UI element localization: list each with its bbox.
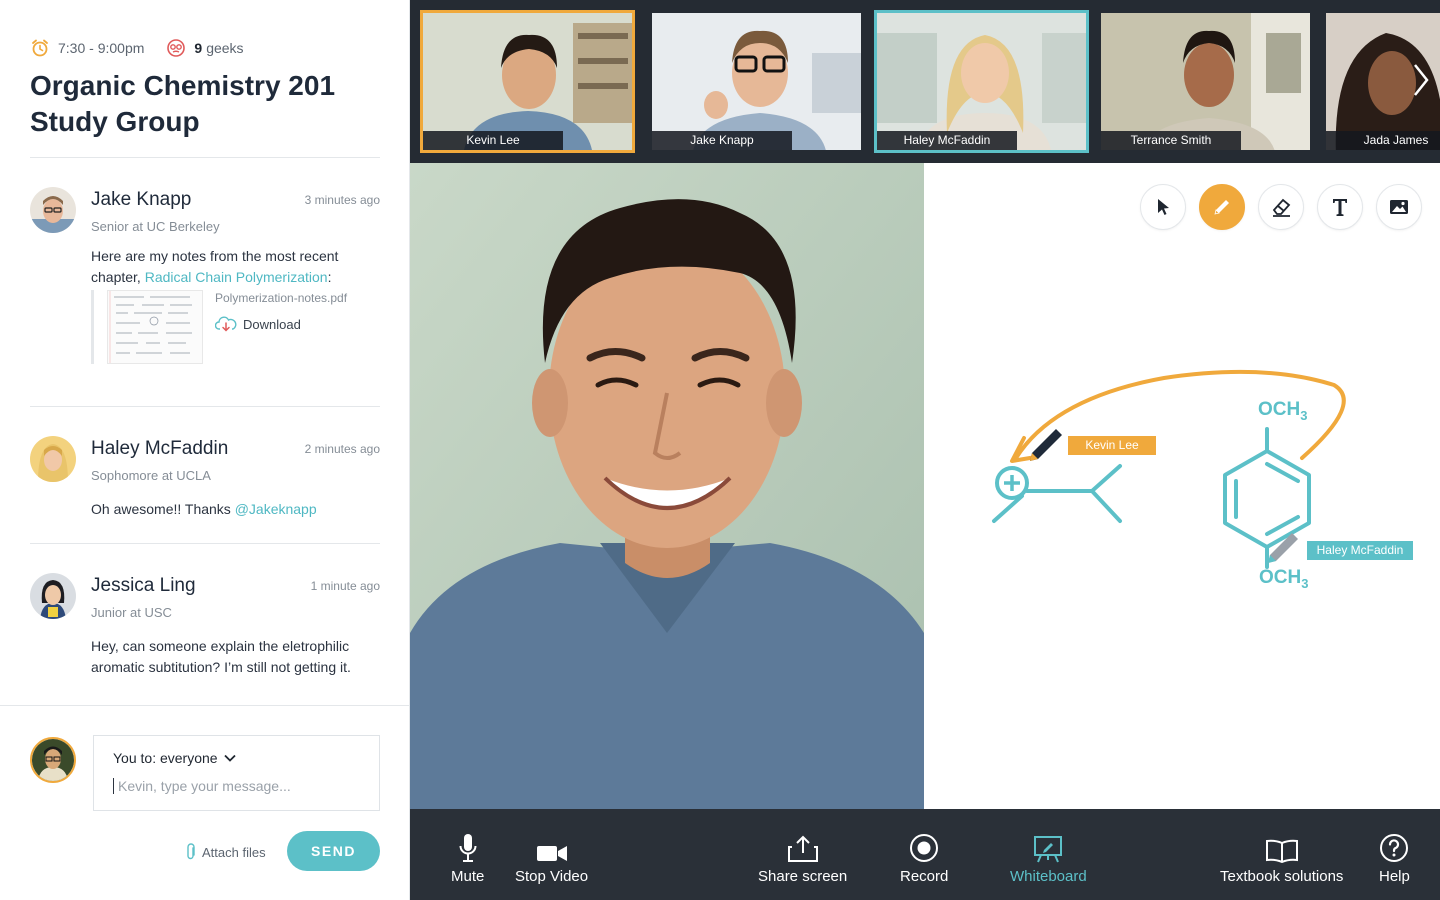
chevron-right-icon	[1414, 64, 1429, 96]
sender-name[interactable]: Jake Knapp	[91, 189, 191, 211]
user-mention[interactable]: @Jakeknapp	[235, 501, 317, 517]
participant-tile-kevin-lee[interactable]: Kevin Lee	[420, 10, 635, 153]
participant-name: Haley McFaddin	[877, 131, 1017, 150]
chat-message: Jessica Ling 1 minute ago Junior at USC …	[30, 573, 380, 683]
open-book-icon	[1265, 839, 1298, 863]
session-time: 7:30 - 9:00pm	[58, 40, 145, 56]
participant-tile-haley-mcfaddin[interactable]: Haley McFaddin	[874, 10, 1089, 153]
textbook-solutions-button[interactable]: Textbook solutions	[1220, 829, 1343, 885]
sender-name[interactable]: Jessica Ling	[91, 575, 196, 597]
message-time: 3 minutes ago	[304, 193, 380, 207]
record-icon	[910, 834, 939, 862]
share-upload-icon	[787, 835, 818, 862]
participant-tile-terrance-smith[interactable]: Terrance Smith	[1098, 10, 1313, 153]
message-input[interactable]	[113, 778, 363, 794]
sender-role: Sophomore at UCLA	[91, 468, 211, 483]
participant-name: Kevin Lee	[423, 131, 563, 150]
session-meta: 7:30 - 9:00pm 9 geeks	[30, 38, 244, 58]
call-toolbar: Mute Stop Video Share screen Record Whit…	[410, 809, 1440, 900]
attach-files-button[interactable]: Attach files	[186, 843, 266, 861]
divider	[30, 157, 380, 158]
my-avatar[interactable]	[30, 737, 76, 783]
mute-button[interactable]: Mute	[451, 829, 484, 885]
geek-count: 9	[194, 40, 203, 56]
whiteboard-easel-icon	[1034, 836, 1063, 863]
message-time: 2 minutes ago	[304, 442, 380, 456]
attachment-thumbnail[interactable]	[107, 290, 203, 364]
whiteboard-button[interactable]: Whiteboard	[1010, 829, 1087, 885]
cloud-download-icon	[215, 316, 237, 332]
message-time: 1 minute ago	[310, 579, 380, 593]
attachment-filename: Polymerization-notes.pdf	[215, 291, 348, 305]
geek-icon	[167, 39, 186, 57]
help-question-icon	[1380, 834, 1409, 862]
message-text: Hey, can someone explain the eletrophili…	[91, 638, 351, 675]
divider	[30, 543, 380, 544]
file-attachment: Polymerization-notes.pdf Download	[91, 290, 361, 364]
help-button[interactable]: Help	[1379, 829, 1410, 885]
alarm-clock-icon	[32, 39, 48, 57]
video-camera-icon	[536, 846, 567, 861]
chat-message: Jake Knapp 3 minutes ago Senior at UC Be…	[30, 187, 380, 387]
send-button[interactable]: SEND	[287, 831, 380, 871]
avatar-jake-knapp[interactable]	[30, 187, 76, 233]
och3-bottom-label: OCH3	[1259, 567, 1309, 591]
avatar-haley-mcfaddin[interactable]	[30, 436, 76, 482]
participant-name: Terrance Smith	[1101, 131, 1241, 150]
page-title: Organic Chemistry 201 Study Group	[30, 70, 336, 137]
message-composer: You to: everyone	[93, 735, 380, 811]
participant-tile-jake-knapp[interactable]: Jake Knapp	[649, 10, 864, 153]
chat-message: Haley McFaddin 2 minutes ago Sophomore a…	[30, 436, 380, 526]
chat-sidebar: 7:30 - 9:00pm 9 geeks Organic Chemistry …	[0, 0, 410, 900]
whiteboard-drawing	[992, 369, 1346, 569]
whiteboard[interactable]: OCH3 OCH3 Kevin Lee Haley McFaddin	[924, 163, 1440, 809]
message-text: Oh awesome!! Thanks @Jakeknapp	[91, 501, 317, 517]
cursor-tag-haley-mcfaddin: Haley McFaddin	[1307, 541, 1413, 560]
recipient-dropdown[interactable]: You to: everyone	[113, 750, 236, 766]
stop-video-button[interactable]: Stop Video	[515, 829, 588, 885]
microphone-icon	[459, 834, 477, 862]
share-screen-button[interactable]: Share screen	[758, 829, 847, 885]
och3-top-label: OCH3	[1258, 399, 1308, 423]
next-participants-button[interactable]	[1406, 60, 1436, 100]
sender-role: Junior at USC	[91, 605, 172, 620]
cursor-tag-kevin-lee: Kevin Lee	[1068, 436, 1156, 455]
chapter-link[interactable]: Radical Chain Polymerization	[145, 269, 328, 285]
message-text: Here are my notes from the most recent c…	[91, 248, 339, 285]
download-link[interactable]: Download	[215, 316, 301, 332]
sender-name[interactable]: Haley McFaddin	[91, 438, 228, 460]
paperclip-icon	[187, 843, 195, 860]
record-button[interactable]: Record	[900, 829, 948, 885]
sender-role: Senior at UC Berkeley	[91, 219, 220, 234]
chevron-down-icon	[223, 754, 236, 762]
participant-name: Jake Knapp	[652, 131, 792, 150]
divider	[30, 406, 380, 407]
divider	[0, 705, 410, 706]
participant-strip: Kevin Lee Jake Knapp Haley McFaddin Terr…	[410, 0, 1440, 163]
avatar-jessica-ling[interactable]	[30, 573, 76, 619]
participant-name: Jada James	[1326, 131, 1440, 150]
active-speaker-video	[410, 163, 924, 809]
geek-label: geeks	[206, 40, 244, 56]
